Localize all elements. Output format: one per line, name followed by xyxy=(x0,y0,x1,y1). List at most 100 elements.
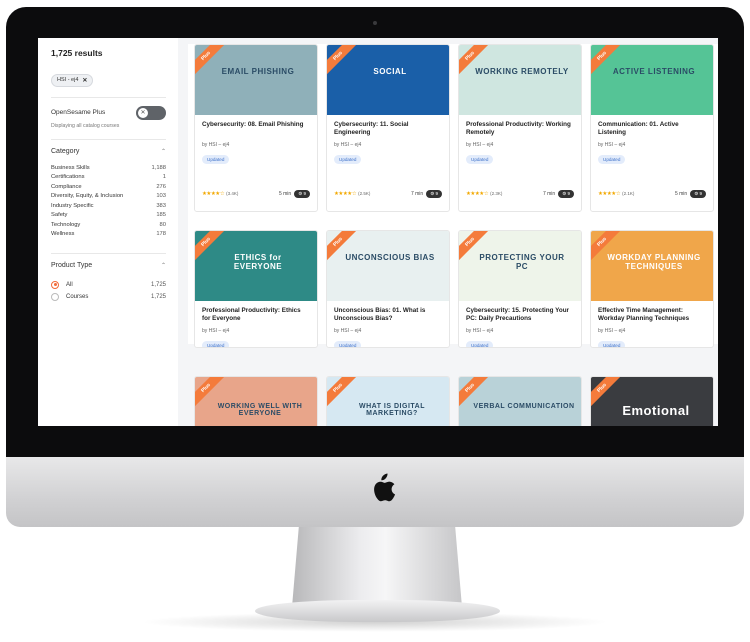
category-count: 1 xyxy=(162,174,166,180)
divider xyxy=(51,252,166,254)
course-title[interactable]: Cybersecurity: 11. Social Engineering xyxy=(334,121,442,138)
toggle-off-icon: ✕ xyxy=(138,107,148,118)
category-item[interactable]: Safety 185 xyxy=(51,212,166,222)
course-thumbnail[interactable]: WORKING REMOTELY Plus xyxy=(459,45,581,115)
thumbnail-title: ETHICS for EVERYONE xyxy=(233,253,283,271)
course-thumbnail[interactable]: SOCIAL Plus xyxy=(327,45,449,115)
course-card[interactable]: WHAT IS DIGITAL MARKETING? Plus xyxy=(326,376,450,426)
category-label: Wellness xyxy=(51,231,75,237)
course-author: by HSI – ej4 xyxy=(202,328,230,334)
course-thumbnail[interactable]: WORKING WELL WITH EVERYONE Plus xyxy=(195,377,317,426)
course-card[interactable]: EMAIL PHISHING Plus Cybersecurity: 08. E… xyxy=(194,44,318,212)
category-count: 185 xyxy=(156,212,166,218)
course-card[interactable]: WORKING WELL WITH EVERYONE Plus xyxy=(194,376,318,426)
course-card[interactable]: WORKING REMOTELY Plus Professional Produ… xyxy=(458,44,582,212)
course-author: by HSI – ej4 xyxy=(466,142,494,148)
course-title[interactable]: Cybersecurity: 15. Protecting Your PC: D… xyxy=(466,307,574,324)
radio-button[interactable] xyxy=(51,292,59,301)
updated-badge: Updated xyxy=(334,341,362,347)
close-icon[interactable]: ✕ xyxy=(82,77,87,84)
product-type-count: 1,725 xyxy=(150,281,166,288)
category-label: Safety xyxy=(51,212,68,218)
course-author: by HSI – ej4 xyxy=(202,142,230,148)
chevron-up-icon[interactable]: ⌃ xyxy=(161,148,166,155)
course-thumbnail[interactable]: VERBAL COMMUNICATION Plus xyxy=(459,377,581,426)
product-type-list: All 1,725 Courses 1,725 xyxy=(51,279,166,303)
course-thumbnail[interactable]: ACTIVE LISTENING Plus xyxy=(591,45,713,115)
product-type-option[interactable]: Courses 1,725 xyxy=(51,291,166,303)
course-author: by HSI – ej4 xyxy=(334,328,362,334)
star-rating: ★★★★☆ (2.3K) xyxy=(466,191,502,197)
course-thumbnail[interactable]: Emotional Plus xyxy=(591,377,713,426)
course-thumbnail[interactable]: WHAT IS DIGITAL MARKETING? Plus xyxy=(327,377,449,426)
course-grid: EMAIL PHISHING Plus Cybersecurity: 08. E… xyxy=(188,44,718,348)
category-item[interactable]: Diversity, Equity, & Inclusion 103 xyxy=(51,193,166,203)
course-title[interactable]: Effective Time Management: Workday Plann… xyxy=(598,307,706,324)
category-item[interactable]: Technology 80 xyxy=(51,222,166,232)
rating-count: (2.3K) xyxy=(490,191,503,196)
product-type-option[interactable]: All 1,725 xyxy=(51,279,166,291)
duration: 5 min xyxy=(674,191,688,197)
filter-chip[interactable]: HSI - ej4 ✕ xyxy=(51,73,94,87)
course-card[interactable]: UNCONSCIOUS BIAS Plus Unconscious Bias: … xyxy=(326,230,450,348)
thumbnail-title: Emotional xyxy=(622,403,690,418)
course-card[interactable]: SOCIAL Plus Cybersecurity: 11. Social En… xyxy=(326,44,450,212)
course-title[interactable]: Professional Productivity: Ethics for Ev… xyxy=(202,307,310,324)
course-thumbnail[interactable]: PROTECTING YOUR PC Plus xyxy=(459,231,581,301)
course-card[interactable]: VERBAL COMMUNICATION Plus xyxy=(458,376,582,426)
category-item[interactable]: Compliance 276 xyxy=(51,184,166,194)
divider xyxy=(51,96,166,98)
monitor-stand-base xyxy=(255,600,500,622)
thumbnail-title: WHAT IS DIGITAL MARKETING? xyxy=(359,403,425,417)
card-footer: ★★★★☆ (2.1K) 5 min ⚙ 9 xyxy=(598,190,706,204)
category-count: 1,188 xyxy=(151,164,166,171)
chevron-up-icon[interactable]: ⌃ xyxy=(161,262,166,269)
thumbnail-title: WORKING WELL WITH EVERYONE xyxy=(217,403,303,417)
product-type-header[interactable]: Product Type ⌃ xyxy=(51,262,166,269)
course-author: by HSI – ej4 xyxy=(466,328,494,334)
course-card[interactable]: Emotional Plus xyxy=(590,376,714,426)
star-rating: ★★★★☆ (2.1K) xyxy=(598,191,634,197)
course-title[interactable]: Professional Productivity: Working Remot… xyxy=(466,121,574,138)
duration: 7 min xyxy=(410,191,424,197)
radio-button[interactable] xyxy=(51,280,59,289)
divider xyxy=(51,138,166,140)
card-footer: ★★★★☆ (2.3K) 7 min ⚙ 9 xyxy=(466,190,574,204)
thumbnail-title: EMAIL PHISHING xyxy=(221,67,295,76)
course-author: by HSI – ej4 xyxy=(334,142,362,148)
course-thumbnail[interactable]: EMAIL PHISHING Plus xyxy=(195,45,317,115)
thumbnail-title: UNCONSCIOUS BIAS xyxy=(345,253,435,262)
updated-badge: Updated xyxy=(202,341,230,347)
card-footer: ★★★★☆ (2.5K) 7 min ⚙ 9 xyxy=(334,190,442,204)
course-thumbnail[interactable]: WORKDAY PLANNING TECHNIQUES Plus xyxy=(591,231,713,301)
category-item[interactable]: Wellness 178 xyxy=(51,231,166,241)
course-title[interactable]: Communication: 01. Active Listening xyxy=(598,121,706,138)
course-card[interactable]: ACTIVE LISTENING Plus Communication: 01.… xyxy=(590,44,714,212)
course-title[interactable]: Unconscious Bias: 01. What is Unconsciou… xyxy=(334,307,442,324)
results-count: 1,725 results xyxy=(51,48,103,58)
course-thumbnail[interactable]: UNCONSCIOUS BIAS Plus xyxy=(327,231,449,301)
updated-badge: Updated xyxy=(202,155,230,164)
course-title[interactable]: Cybersecurity: 08. Email Phishing xyxy=(202,121,310,138)
opensesame-plus-toggle[interactable]: ✕ xyxy=(136,105,166,120)
course-meta: 5 min ⚙ 9 xyxy=(675,190,706,198)
category-title: Category xyxy=(51,147,80,155)
duration: 5 min xyxy=(278,191,292,197)
course-thumbnail[interactable]: ETHICS for EVERYONE Plus xyxy=(195,231,317,301)
category-item[interactable]: Industry Specific 383 xyxy=(51,203,166,213)
lesson-count-badge: ⚙ 9 xyxy=(294,190,310,198)
course-card[interactable]: WORKDAY PLANNING TECHNIQUES Plus Effecti… xyxy=(590,230,714,348)
category-item[interactable]: Certifications 1 xyxy=(51,174,166,184)
course-card[interactable]: PROTECTING YOUR PC Plus Cybersecurity: 1… xyxy=(458,230,582,348)
category-item[interactable]: Business Skills 1,188 xyxy=(51,165,166,175)
course-meta: 7 min ⚙ 9 xyxy=(543,190,574,198)
apple-logo-icon xyxy=(374,473,396,502)
course-card[interactable]: ETHICS for EVERYONE Plus Professional Pr… xyxy=(194,230,318,348)
filter-chip-label: HSI - ej4 xyxy=(57,77,79,83)
star-rating: ★★★★☆ (2.5K) xyxy=(334,191,370,197)
stars-icon: ★★★★☆ xyxy=(202,191,225,197)
thumbnail-title: WORKDAY PLANNING TECHNIQUES xyxy=(607,253,701,271)
category-label: Compliance xyxy=(51,183,82,190)
category-header[interactable]: Category ⌃ xyxy=(51,148,166,155)
thumbnail-title: SOCIAL xyxy=(373,67,407,76)
